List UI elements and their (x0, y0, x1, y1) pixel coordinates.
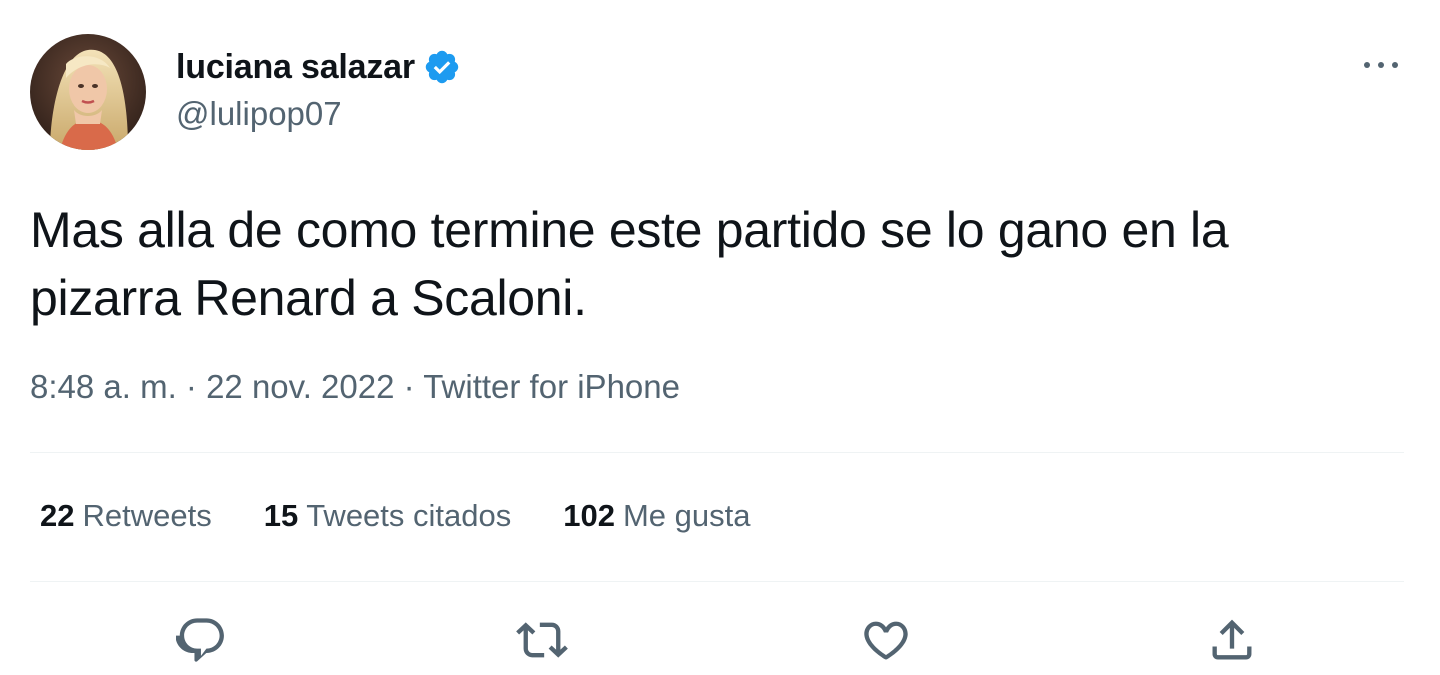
retweet-label: Retweets (82, 498, 212, 533)
engagement-stats: 22 Retweets 15 Tweets citados 102 Me gusta (40, 498, 803, 534)
quote-count: 15 (263, 498, 299, 533)
tweet-text: Mas alla de como termine este partido se… (30, 196, 1420, 332)
heart-icon[interactable] (860, 614, 912, 666)
user-handle[interactable]: @lulipop07 (176, 95, 342, 133)
more-options-icon[interactable] (1360, 50, 1402, 80)
divider (30, 581, 1404, 582)
stat-likes[interactable]: 102 Me gusta (563, 498, 750, 534)
tweet-metadata: 8:48 a. m. · 22 nov. 2022 · Twitter for … (30, 368, 680, 406)
like-count: 102 (563, 498, 615, 533)
tweet-text-line-1: Mas alla de como termine este partido se… (30, 202, 1229, 258)
like-label: Me gusta (622, 498, 751, 533)
retweet-icon[interactable] (516, 614, 568, 666)
reply-icon[interactable] (176, 614, 228, 666)
share-icon[interactable] (1206, 614, 1258, 666)
tweet-text-line-2: pizarra Renard a Scaloni. (30, 270, 587, 326)
tweet-card: luciana salazar @lulipop07 Mas alla de c… (0, 0, 1440, 675)
tweet-source[interactable]: Twitter for iPhone (423, 368, 680, 405)
divider (30, 452, 1404, 453)
verified-badge-icon (425, 50, 459, 84)
avatar[interactable] (30, 34, 146, 150)
separator: · (394, 368, 424, 405)
display-name[interactable]: luciana salazar (176, 48, 415, 87)
quote-label: Tweets citados (306, 498, 512, 533)
retweet-count: 22 (40, 498, 75, 533)
author-name-row[interactable]: luciana salazar (176, 46, 461, 88)
separator: · (176, 368, 207, 405)
stat-quote-tweets[interactable]: 15 Tweets citados (264, 498, 512, 534)
tweet-date[interactable]: 22 nov. 2022 (206, 368, 394, 405)
tweet-time[interactable]: 8:48 a. m. (30, 368, 177, 405)
stat-retweets[interactable]: 22 Retweets (40, 498, 212, 534)
